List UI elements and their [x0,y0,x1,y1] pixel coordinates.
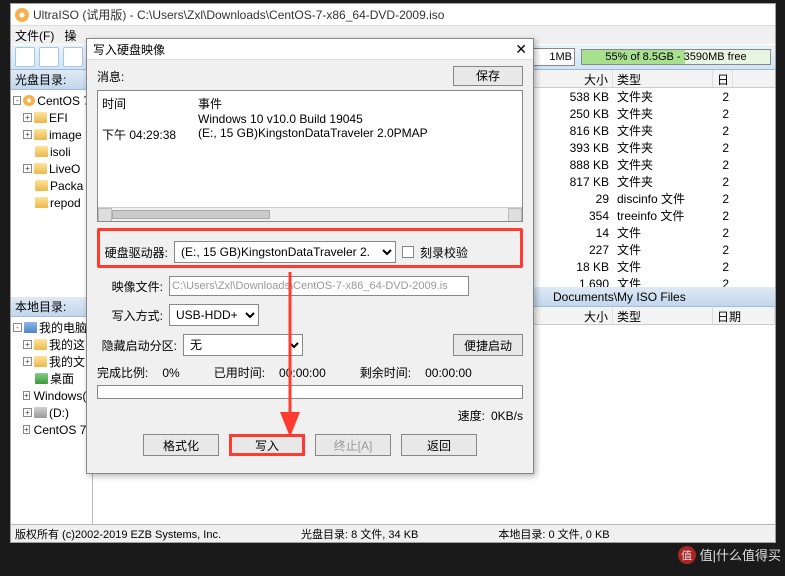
tool-save-icon[interactable] [63,47,83,67]
app-icon [15,8,29,22]
capacity-progress: 55% of 8.5GB - 3590MB free [581,49,771,65]
drive-label: 硬盘驱动器: [102,244,168,261]
desktop-icon [35,373,48,384]
close-icon[interactable]: ✕ [515,41,527,58]
tool-open-icon[interactable] [39,47,59,67]
quick-boot-button[interactable]: 便捷启动 [453,334,523,356]
local-dir-header: 本地目录: [11,297,92,317]
save-button[interactable]: 保存 [453,66,523,86]
message-label: 消息: [97,68,124,85]
collapse-icon[interactable]: - [13,96,21,105]
col-time: 时间 [102,95,182,112]
titlebar: UltraISO (试用版) - C:\Users\Zxl\Downloads\… [11,4,775,26]
disc-icon [23,95,35,106]
disc-dir-header: 光盘目录: [11,70,92,90]
disc-stats: 光盘目录: 8 文件, 34 KB [301,526,418,542]
menu-other[interactable]: 操 [64,27,76,44]
log-box: 时间 事件 Windows 10 v10.0 Build 19045 下午 04… [97,90,523,222]
expand-icon[interactable]: + [23,113,32,122]
hidden-boot-label: 隐藏启动分区: [97,337,177,354]
local-tree[interactable]: -我的电脑 +我的这 +我的文 桌面 +Windows(C:) +(D:) +C… [11,317,92,524]
write-button[interactable]: 写入 [229,434,305,456]
verify-checkbox[interactable] [402,246,414,258]
dialog-titlebar: 写入硬盘映像 ✕ [87,39,533,60]
format-button[interactable]: 格式化 [143,434,219,456]
write-method-select[interactable]: USB-HDD+ v [169,304,259,326]
write-method-label: 写入方式: [97,307,163,324]
copyright-text: 版权所有 (c)2002-2019 EZB Systems, Inc. [15,526,221,542]
scrollbar-horizontal[interactable] [98,207,522,221]
window-title: UltraISO (试用版) - C:\Users\Zxl\Downloads\… [33,6,444,23]
statusbar: 版权所有 (c)2002-2019 EZB Systems, Inc. 光盘目录… [11,524,775,542]
tree-root: -CentOS 7 [13,92,90,109]
drive-select[interactable]: (E:, 15 GB)KingstonDataTraveler 2. [174,241,396,263]
local-stats: 本地目录: 0 文件, 0 KB [498,526,609,542]
col-event: 事件 [198,95,222,112]
tool-new-icon[interactable] [15,47,35,67]
watermark: 值 值|什么值得买 [678,545,781,564]
hidden-boot-select[interactable]: 无 [183,334,303,356]
drive-highlight: 硬盘驱动器: (E:, 15 GB)KingstonDataTraveler 2… [97,228,523,268]
computer-icon [24,322,37,333]
menu-file[interactable]: 文件(F) [15,27,54,44]
write-progress-bar [97,385,523,399]
folder-icon [34,112,47,123]
disc-tree[interactable]: -CentOS 7 +EFI +image isoli +LiveO Packa… [11,90,92,297]
image-file-label: 映像文件: [97,278,163,295]
stop-button: 终止[A] [315,434,391,456]
watermark-icon: 值 [678,546,696,564]
back-button[interactable]: 返回 [401,434,477,456]
image-file-input[interactable] [169,276,469,296]
size-indicator: 1MB 55% of 8.5GB - 3590MB free [525,48,771,66]
write-disk-image-dialog: 写入硬盘映像 ✕ 消息: 保存 时间 事件 Windows 10 v10.0 B… [86,38,534,474]
verify-label: 刻录校验 [420,244,468,261]
